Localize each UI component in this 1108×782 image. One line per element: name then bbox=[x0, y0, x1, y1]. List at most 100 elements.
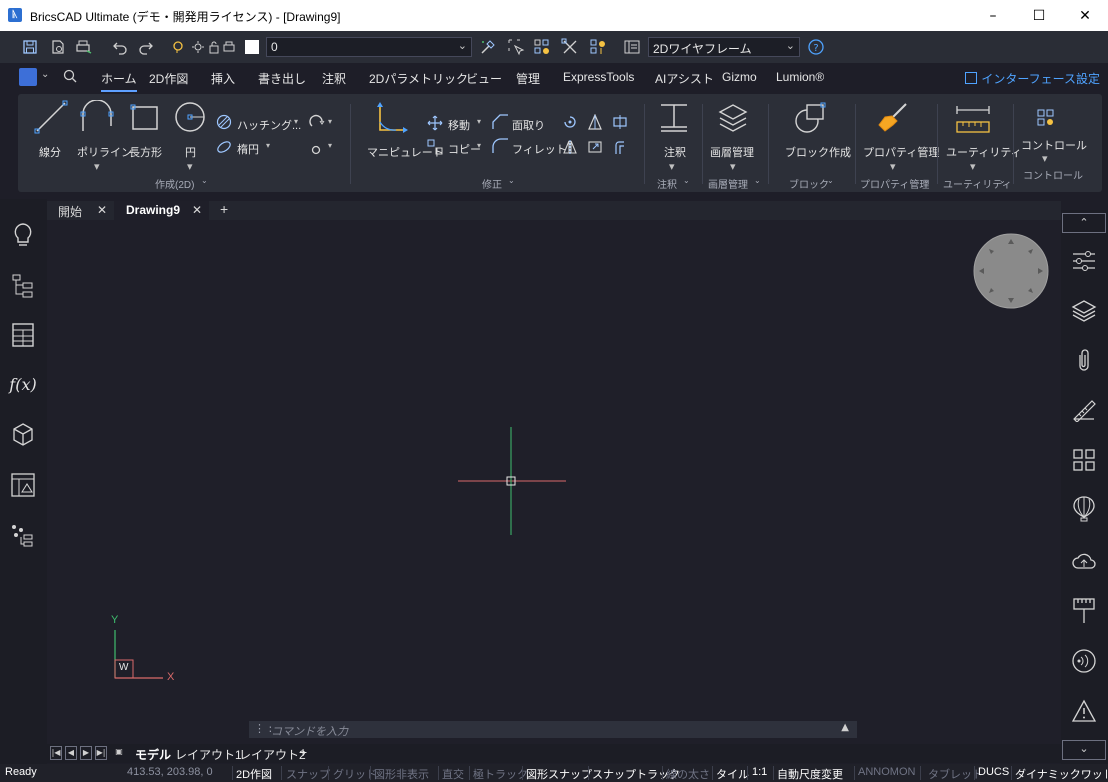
control-icon[interactable] bbox=[1036, 108, 1056, 132]
ellipse-icon[interactable] bbox=[216, 139, 232, 159]
measure-icon[interactable] bbox=[955, 104, 991, 138]
tab-2d-parametric[interactable]: 2Dパラメトリック bbox=[369, 70, 468, 87]
close-button[interactable]: ✕ bbox=[1062, 0, 1108, 31]
chevron-down-icon[interactable]: ▾ bbox=[294, 117, 298, 126]
add-tab-icon[interactable]: + bbox=[220, 201, 228, 217]
move-icon[interactable] bbox=[427, 115, 443, 135]
hatch-button-label[interactable]: ハッチング... bbox=[237, 117, 301, 133]
line-button-label[interactable]: 線分 bbox=[39, 144, 61, 160]
chevron-down-icon[interactable]: ⌄ bbox=[923, 176, 930, 185]
dimensions-icon[interactable] bbox=[1069, 394, 1099, 424]
maximize-button[interactable]: ☐ bbox=[1016, 0, 1062, 31]
chevron-down-icon[interactable]: ▾ bbox=[1042, 152, 1048, 165]
utility-button-label[interactable]: ユーティリティ bbox=[946, 144, 1022, 160]
grip-icon[interactable]: ⋮ : bbox=[254, 722, 272, 735]
chevron-down-icon[interactable]: ▾ bbox=[94, 160, 100, 173]
layer-manager-icon[interactable] bbox=[716, 102, 750, 138]
hatch-icon[interactable] bbox=[216, 114, 232, 134]
layer-dropdown[interactable]: 0 ⌄ bbox=[266, 37, 472, 57]
properties-panel-icon[interactable] bbox=[8, 320, 38, 350]
tab-annotate[interactable]: 注釈 bbox=[322, 70, 346, 87]
tab-gizmo[interactable]: Gizmo bbox=[722, 70, 757, 84]
copy-icon[interactable] bbox=[427, 139, 443, 159]
tab-home[interactable]: ホーム bbox=[101, 70, 137, 92]
rendering-balloon-icon[interactable] bbox=[1069, 494, 1099, 524]
plot-icon[interactable] bbox=[74, 37, 94, 57]
rectangle-button-label[interactable]: 長方形 bbox=[129, 144, 162, 160]
layer-state-icons[interactable] bbox=[172, 37, 262, 57]
print-preview-icon[interactable] bbox=[48, 37, 68, 57]
status-scale[interactable]: 1:1 bbox=[752, 766, 767, 778]
chevron-down-icon[interactable]: ⌄ bbox=[827, 176, 834, 185]
tab-lumion[interactable]: Lumion® bbox=[776, 70, 824, 84]
tab-export[interactable]: 書き出し bbox=[258, 70, 306, 87]
fillet-button-label[interactable]: フィレット bbox=[512, 141, 567, 157]
scale-icon[interactable] bbox=[587, 113, 603, 134]
status-osnap[interactable]: 図形スナップ bbox=[526, 766, 592, 782]
next-layout-icon[interactable]: ▶ bbox=[80, 746, 92, 760]
visual-style-dropdown[interactable]: 2Dワイヤフレーム ⌄ bbox=[648, 37, 800, 57]
workspace-icon[interactable] bbox=[622, 37, 642, 57]
rectangle-icon[interactable] bbox=[130, 104, 160, 136]
status-hide[interactable]: 図形非表示 bbox=[374, 766, 429, 782]
command-input[interactable]: コマンドを入力 bbox=[271, 723, 348, 739]
tab-start[interactable]: 開始 bbox=[58, 203, 82, 220]
mirror-icon[interactable] bbox=[562, 139, 578, 159]
layers-panel-icon[interactable] bbox=[1069, 296, 1099, 326]
close-icon[interactable]: ✕ bbox=[97, 203, 107, 217]
polyline-icon[interactable] bbox=[80, 99, 114, 138]
status-ducs[interactable]: DUCS bbox=[978, 766, 1009, 778]
scroll-down-icon[interactable]: ⌄ bbox=[1062, 740, 1106, 760]
status-annomon[interactable]: ANNOMON bbox=[858, 766, 915, 778]
drawing-canvas[interactable]: Y X W bbox=[47, 220, 1061, 744]
make-block-icon[interactable] bbox=[794, 102, 828, 138]
fillet-icon[interactable] bbox=[491, 138, 509, 158]
select-similar-icon[interactable] bbox=[532, 37, 552, 57]
last-layout-icon[interactable]: ▶| bbox=[95, 746, 107, 760]
circle-icon[interactable] bbox=[174, 100, 208, 138]
expand-history-icon[interactable]: ▲ bbox=[841, 722, 849, 733]
command-line[interactable]: ⋮ : コマンドを入力 ▲ bbox=[249, 721, 857, 738]
tab-insert[interactable]: 挿入 bbox=[211, 70, 235, 87]
status-auto-scale[interactable]: 自動尺度変更 bbox=[777, 766, 843, 782]
status-2d-drafting[interactable]: 2D作図 bbox=[236, 766, 272, 782]
status-snap[interactable]: スナップ bbox=[286, 766, 330, 782]
deselect-icon[interactable] bbox=[560, 37, 580, 57]
app-menu-button[interactable] bbox=[19, 68, 37, 86]
offset-icon[interactable] bbox=[612, 139, 628, 159]
rotate-icon[interactable] bbox=[562, 114, 578, 134]
tab-drawing9[interactable]: Drawing9 bbox=[126, 203, 180, 217]
warning-triangle-icon[interactable] bbox=[1069, 696, 1099, 726]
chamfer-button-label[interactable]: 面取り bbox=[512, 117, 545, 133]
function-fx-icon[interactable]: f(x) bbox=[8, 369, 38, 399]
chevron-down-icon[interactable]: ▾ bbox=[328, 141, 332, 150]
property-brush-icon[interactable] bbox=[876, 102, 910, 138]
line-icon[interactable] bbox=[34, 100, 68, 138]
control-button-label[interactable]: コントロール bbox=[1021, 137, 1087, 153]
chevron-down-icon[interactable]: ▾ bbox=[477, 117, 481, 126]
coordinates-readout[interactable]: 413.53, 203.98, 0 bbox=[127, 766, 213, 778]
first-layout-icon[interactable]: |◀ bbox=[50, 746, 62, 760]
align-icon[interactable] bbox=[612, 114, 628, 134]
cloud-upload-icon[interactable] bbox=[1069, 546, 1099, 576]
layout-tab-2[interactable]: レイアウト2 bbox=[239, 746, 306, 763]
tab-ai-assist[interactable]: AIアシスト bbox=[655, 70, 714, 87]
layer-match-icon[interactable] bbox=[478, 37, 498, 57]
lumion-livesync-icon[interactable] bbox=[1069, 646, 1099, 676]
circle-button-label[interactable]: 円 bbox=[185, 144, 196, 160]
chevron-down-icon[interactable]: ▾ bbox=[328, 117, 332, 126]
add-layout-icon[interactable]: + bbox=[299, 744, 307, 760]
mechanical-browser-icon[interactable] bbox=[8, 521, 38, 551]
make-block-button-label[interactable]: ブロック作成 bbox=[785, 144, 851, 160]
ellipse-button-label[interactable]: 楕円 bbox=[237, 141, 259, 157]
quick-properties-icon[interactable] bbox=[588, 37, 608, 57]
chevron-down-icon[interactable]: ⌄ bbox=[999, 176, 1006, 185]
chamfer-icon[interactable] bbox=[491, 114, 509, 134]
search-icon[interactable] bbox=[62, 68, 78, 88]
annotate-icon[interactable] bbox=[657, 102, 691, 138]
status-polar[interactable]: 極トラック bbox=[473, 766, 528, 782]
chevron-down-icon[interactable]: ⌄ bbox=[508, 176, 515, 185]
status-ortho[interactable]: 直交 bbox=[442, 766, 464, 782]
chevron-down-icon[interactable]: ▾ bbox=[477, 141, 481, 150]
arc-icon[interactable] bbox=[308, 114, 326, 134]
